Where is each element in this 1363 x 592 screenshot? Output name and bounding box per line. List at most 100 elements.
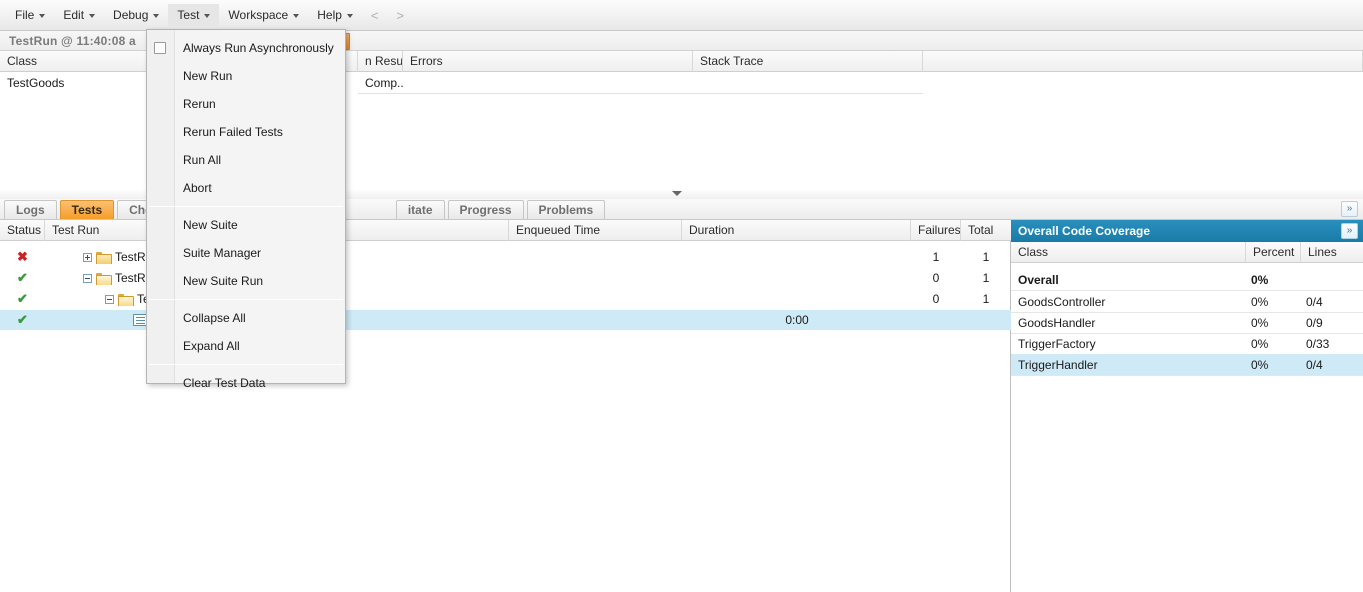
- cell-class: GoodsController: [1018, 294, 1106, 309]
- chevron-down-icon: [293, 14, 300, 18]
- cell-percent: 0%: [1251, 315, 1269, 330]
- table-row[interactable]: GoodsHandler 0% 0/9: [1011, 312, 1363, 333]
- cell-lines: 0/4: [1306, 357, 1323, 372]
- menu-item-always-run-asynchronously[interactable]: Always Run Asynchronously: [147, 34, 345, 62]
- cell-percent: 0%: [1251, 294, 1269, 309]
- cell-total: 1: [982, 271, 990, 285]
- chevron-down-icon: [153, 14, 160, 18]
- menu-item-expand-all[interactable]: Expand All: [147, 332, 345, 360]
- column-header-class[interactable]: Class: [1011, 242, 1246, 263]
- menubar-item-edit[interactable]: Edit: [54, 4, 104, 26]
- column-header-extra[interactable]: [923, 51, 1363, 72]
- column-header-lines[interactable]: Lines: [1301, 242, 1363, 263]
- menubar-item-file[interactable]: File: [6, 4, 54, 26]
- menu-item-rerun[interactable]: Rerun: [147, 90, 345, 118]
- menu-item-label: New Suite Run: [183, 274, 264, 288]
- nav-previous-icon[interactable]: <: [362, 6, 388, 25]
- column-header-total[interactable]: Total: [961, 220, 1011, 241]
- menubar-item-help[interactable]: Help: [308, 4, 362, 26]
- cell-duration: 0:00: [785, 313, 809, 327]
- folder-open-icon: [118, 293, 134, 306]
- chevron-down-icon: [89, 14, 96, 18]
- chevron-double-right-icon[interactable]: »: [1341, 223, 1358, 239]
- folder-icon: [96, 251, 112, 264]
- splitter-collapse-icon[interactable]: [672, 191, 682, 196]
- cell-percent: 0%: [1251, 336, 1269, 351]
- status-badge: ✖: [17, 249, 28, 264]
- cell-result: Comp...: [365, 75, 403, 90]
- column-header-duration[interactable]: Duration: [682, 220, 911, 241]
- folder-open-icon: [96, 272, 112, 285]
- cell-percent: 0%: [1251, 272, 1269, 287]
- cell-failures: 0: [932, 271, 940, 285]
- chevron-down-icon: [346, 14, 353, 18]
- menu-item-list: Always Run Asynchronously New Run Rerun …: [147, 30, 345, 401]
- menubar-item-debug[interactable]: Debug: [104, 4, 168, 26]
- menu-item-label: New Suite: [183, 218, 238, 232]
- chevron-double-down-icon[interactable]: »: [1341, 201, 1358, 217]
- application-window: File Edit Debug Test Workspace Help < > …: [0, 0, 1363, 592]
- chevron-down-icon: [204, 14, 211, 18]
- cell-lines: 0/4: [1306, 294, 1323, 309]
- column-header-status[interactable]: Status: [0, 220, 45, 241]
- tab-progress[interactable]: Progress: [447, 200, 524, 219]
- table-row[interactable]: TriggerHandler 0% 0/4: [1011, 354, 1363, 375]
- menu-item-label: Collapse All: [183, 311, 246, 325]
- cell-failures: 1: [932, 250, 940, 264]
- menu-item-collapse-all[interactable]: Collapse All: [147, 304, 345, 332]
- nav-next-icon[interactable]: >: [388, 6, 414, 25]
- menu-item-run-all[interactable]: Run All: [147, 146, 345, 174]
- menubar-item-test[interactable]: Test: [168, 4, 220, 26]
- checkbox-unchecked-icon[interactable]: [154, 42, 166, 54]
- tab-state[interactable]: itate: [395, 200, 445, 219]
- menu-item-suite-manager[interactable]: Suite Manager: [147, 239, 345, 267]
- column-header-errors[interactable]: Errors: [403, 51, 693, 72]
- menu-item-label: Suite Manager: [183, 246, 262, 260]
- menu-separator: [149, 299, 343, 300]
- row-divider: [358, 93, 923, 94]
- table-row[interactable]: Overall 0%: [1011, 269, 1363, 290]
- row-divider: [1011, 375, 1363, 376]
- cell-lines: 0/33: [1306, 336, 1330, 351]
- cell-class: TriggerFactory: [1018, 336, 1096, 351]
- table-row[interactable]: TriggerFactory 0% 0/33: [1011, 333, 1363, 354]
- menu-item-new-suite[interactable]: New Suite: [147, 211, 345, 239]
- menu-item-new-run[interactable]: New Run: [147, 62, 345, 90]
- menu-separator: [149, 364, 343, 365]
- menu-item-label: Rerun Failed Tests: [183, 125, 283, 139]
- table-row[interactable]: GoodsController 0% 0/4: [1011, 291, 1363, 312]
- cell-class: GoodsHandler: [1018, 315, 1096, 330]
- test-document-icon: [133, 314, 147, 326]
- column-header-stack-trace[interactable]: Stack Trace: [693, 51, 923, 72]
- cell-class: Overall: [1018, 272, 1059, 287]
- menu-item-label: Rerun: [183, 97, 216, 111]
- status-badge: ✔: [17, 291, 28, 306]
- status-badge: ✔: [17, 312, 28, 327]
- tab-tests[interactable]: Tests: [59, 200, 115, 219]
- menu-item-label: Clear Test Data: [183, 376, 266, 390]
- menu-item-new-suite-run[interactable]: New Suite Run: [147, 267, 345, 295]
- cell-failures: 0: [932, 292, 940, 306]
- column-header-percent[interactable]: Percent: [1246, 242, 1301, 263]
- column-header-enqueued-time[interactable]: Enqueued Time: [509, 220, 682, 241]
- column-header-failures[interactable]: Failures: [911, 220, 961, 241]
- cell-lines: 0/9: [1306, 315, 1323, 330]
- tree-expander-icon[interactable]: [83, 252, 92, 262]
- menu-item-label: Abort: [183, 181, 212, 195]
- menu-bar: File Edit Debug Test Workspace Help < >: [0, 0, 1363, 31]
- menu-item-label: Expand All: [183, 339, 240, 353]
- column-header-result[interactable]: n Result: [358, 51, 403, 72]
- tree-collapser-icon[interactable]: [105, 294, 114, 304]
- coverage-panel-header: Overall Code Coverage »: [1011, 220, 1363, 242]
- cell-class: TriggerHandler: [1018, 357, 1098, 372]
- menubar-item-workspace[interactable]: Workspace: [219, 4, 308, 26]
- code-coverage-panel: Overall Code Coverage » Class Percent Li…: [1011, 220, 1363, 592]
- tab-logs[interactable]: Logs: [4, 200, 57, 219]
- tab-problems[interactable]: Problems: [526, 200, 606, 219]
- tree-collapser-icon[interactable]: [83, 273, 92, 283]
- menu-item-rerun-failed-tests[interactable]: Rerun Failed Tests: [147, 118, 345, 146]
- menu-item-clear-test-data[interactable]: Clear Test Data: [147, 369, 345, 397]
- menubar-item-edit-label: Edit: [63, 8, 85, 22]
- cell-total: 1: [982, 250, 990, 264]
- menu-item-abort[interactable]: Abort: [147, 174, 345, 202]
